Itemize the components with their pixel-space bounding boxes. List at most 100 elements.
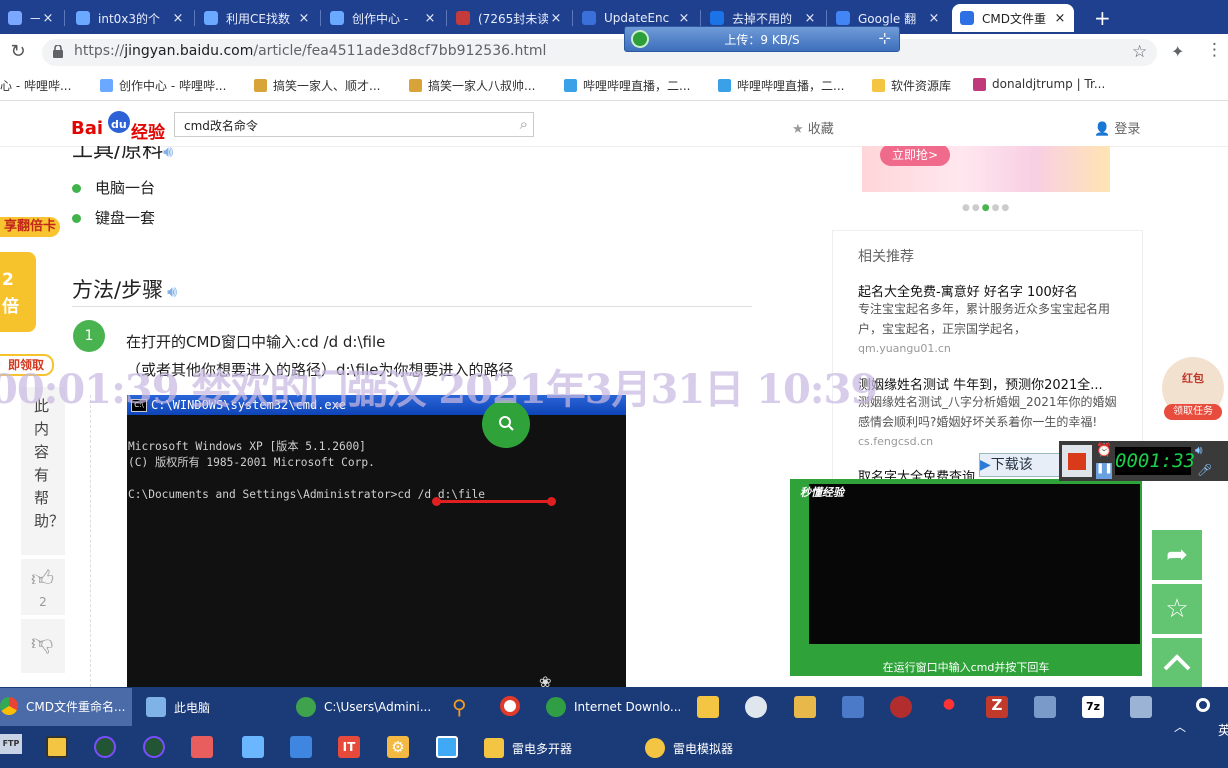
- pause-icon[interactable]: ❚❚: [1096, 463, 1113, 479]
- app-icon[interactable]: [242, 736, 264, 758]
- app-icon[interactable]: [745, 696, 767, 718]
- bookmark-item[interactable]: 哔哩哔哩直播，二...: [718, 77, 844, 94]
- speaker-icon[interactable]: 🔊︎: [167, 282, 177, 301]
- taskbar-item-ld-multi[interactable]: 雷电多开器: [484, 738, 572, 758]
- close-icon[interactable]: ×: [296, 11, 312, 26]
- login-button[interactable]: 👤 登录: [1094, 118, 1140, 137]
- ftp-icon[interactable]: FTP: [0, 734, 22, 754]
- rec-title[interactable]: 测姻缘姓名测试 牛年到，预测你2021全...: [858, 374, 1103, 393]
- alarm-icon[interactable]: ⏰: [1096, 443, 1114, 459]
- taskbar-item-explorer[interactable]: C:\Users\Admini...: [296, 697, 431, 717]
- search-icon[interactable]: ⌕: [520, 115, 528, 133]
- promo-card[interactable]: 享翻倍卡 2 倍 即领取: [0, 214, 60, 376]
- volume-icon[interactable]: 🔊︎: [1195, 443, 1203, 458]
- stop-icon: [1068, 453, 1086, 470]
- app-icon[interactable]: IT: [338, 736, 360, 758]
- tray-icon[interactable]: [1196, 698, 1210, 712]
- ldplayer-icon: [645, 738, 665, 758]
- close-icon[interactable]: ×: [926, 11, 942, 26]
- tab-separator: [320, 10, 321, 26]
- download-button[interactable]: ▶下载该: [979, 453, 1061, 477]
- close-icon[interactable]: ×: [548, 11, 564, 26]
- like-button[interactable]: 👍︎ 2: [21, 559, 65, 615]
- gear-icon[interactable]: ⚙: [387, 736, 409, 758]
- browser-tab[interactable]: (7265封未读 ×: [448, 4, 570, 32]
- bookmark-item[interactable]: 搞笑一家人八叔帅...: [409, 77, 535, 94]
- taskbar-label: 雷电多开器: [512, 741, 573, 756]
- browser-tab[interactable]: 创作中心 - ×: [322, 4, 444, 32]
- extensions-icon[interactable]: ✦: [1171, 42, 1184, 61]
- bookmark-item[interactable]: 心 - 哔哩哔...: [0, 77, 71, 94]
- app-icon[interactable]: [794, 696, 816, 718]
- 7zip-icon[interactable]: 7z: [1082, 696, 1104, 718]
- redpacket-button[interactable]: 红包 领取任务: [1160, 357, 1228, 423]
- reload-icon[interactable]: ↻: [8, 42, 28, 62]
- dislike-button[interactable]: 👎︎: [21, 619, 65, 673]
- browser-tab[interactable]: int0x3的个 ×: [68, 4, 192, 32]
- close-icon[interactable]: ×: [1052, 11, 1068, 26]
- browser-tab[interactable]: CMD文件重 ×: [952, 4, 1074, 32]
- bookmark-favicon-icon: [564, 79, 577, 92]
- taskbar-item-idm[interactable]: Internet Downlo...: [546, 697, 681, 717]
- nox-icon[interactable]: [94, 736, 116, 758]
- bookmark-item[interactable]: 软件资源库: [872, 77, 951, 94]
- baidu-jingyan-logo[interactable]: Bai du 经验: [71, 108, 167, 143]
- site-search-input[interactable]: cmd改名命令 ⌕: [174, 112, 534, 137]
- search-tool-icon[interactable]: ⚲: [452, 695, 467, 719]
- browser-tab[interactable]: 利用CE找数 ×: [196, 4, 318, 32]
- record-icon[interactable]: [500, 696, 520, 716]
- stop-button[interactable]: [1062, 445, 1092, 477]
- close-icon[interactable]: ×: [422, 11, 438, 26]
- tab-favicon-icon: [582, 11, 596, 25]
- left-divider: [90, 395, 92, 687]
- app-icon[interactable]: [1130, 696, 1152, 718]
- close-icon[interactable]: ×: [170, 11, 186, 26]
- tray-chevron-icon[interactable]: ︿: [1174, 718, 1186, 735]
- bookmark-item[interactable]: 创作中心 - 哔哩哔...: [100, 77, 226, 94]
- app-icon[interactable]: [1034, 696, 1056, 718]
- app-icon[interactable]: [290, 736, 312, 758]
- close-icon[interactable]: ×: [40, 11, 56, 26]
- taskbar-item-ld-player[interactable]: 雷电模拟器: [645, 738, 733, 758]
- ad-banner[interactable]: 立即抢>: [862, 146, 1110, 192]
- filezilla-icon[interactable]: Z: [986, 696, 1008, 718]
- bookmark-item[interactable]: 哔哩哔哩直播，二...: [564, 77, 690, 94]
- expand-icon[interactable]: ⊹: [878, 29, 891, 47]
- taskbar-label: 此电脑: [174, 700, 211, 715]
- mic-icon[interactable]: 🎤︎: [1197, 463, 1212, 477]
- favorite-button[interactable]: ★ 收藏: [792, 118, 834, 137]
- taskbar-item-this-pc[interactable]: 此电脑: [146, 697, 210, 717]
- new-tab-button[interactable]: +: [1086, 4, 1112, 32]
- banner-button[interactable]: 立即抢>: [880, 146, 950, 166]
- tab-favicon-icon: [8, 11, 22, 25]
- taskbar-item-chrome[interactable]: CMD文件重命名...: [0, 697, 125, 715]
- app-icon[interactable]: [697, 696, 719, 718]
- share-button[interactable]: ➦: [1152, 530, 1202, 580]
- collect-button[interactable]: ☆: [1152, 584, 1202, 634]
- nox-icon[interactable]: [143, 736, 165, 758]
- app-icon[interactable]: ●: [938, 696, 960, 718]
- cmd-screenshot[interactable]: C:\ C:\WINDOWS\system32\cmd.exe Microsof…: [127, 395, 626, 687]
- scroll-top-button[interactable]: [1152, 638, 1202, 687]
- chevron-up-icon: [1163, 654, 1191, 671]
- bookmark-item[interactable]: 搞笑一家人、顺才...: [254, 77, 380, 94]
- app-icon[interactable]: [191, 736, 213, 758]
- video-player[interactable]: 秒懂经验 在运行窗口中输入cmd并按下回车: [790, 479, 1142, 676]
- bookmark-star-icon[interactable]: ☆: [1132, 42, 1147, 62]
- close-icon[interactable]: ×: [802, 11, 818, 26]
- tab-label: Google 翻: [858, 11, 917, 26]
- bookmark-item[interactable]: donaldjtrump | Tr...: [973, 77, 1105, 91]
- input-method[interactable]: 英: [1218, 720, 1228, 739]
- app-icon[interactable]: [46, 736, 68, 758]
- app-icon[interactable]: [890, 696, 912, 718]
- carousel-dots[interactable]: ●●●●●: [962, 203, 1011, 213]
- rec-title[interactable]: 起名大全免费-寓意好 好名字 100好名: [858, 281, 1078, 300]
- redpacket-task[interactable]: 领取任务: [1164, 404, 1222, 420]
- taskbar-label: CMD文件重命名...: [26, 699, 126, 714]
- app-icon[interactable]: [436, 736, 458, 758]
- menu-icon[interactable]: ⋮: [1206, 40, 1223, 60]
- app-icon[interactable]: [842, 696, 864, 718]
- close-icon[interactable]: ×: [676, 11, 692, 26]
- browser-tab[interactable]: — — —×: [0, 4, 62, 32]
- tab-separator: [446, 10, 447, 26]
